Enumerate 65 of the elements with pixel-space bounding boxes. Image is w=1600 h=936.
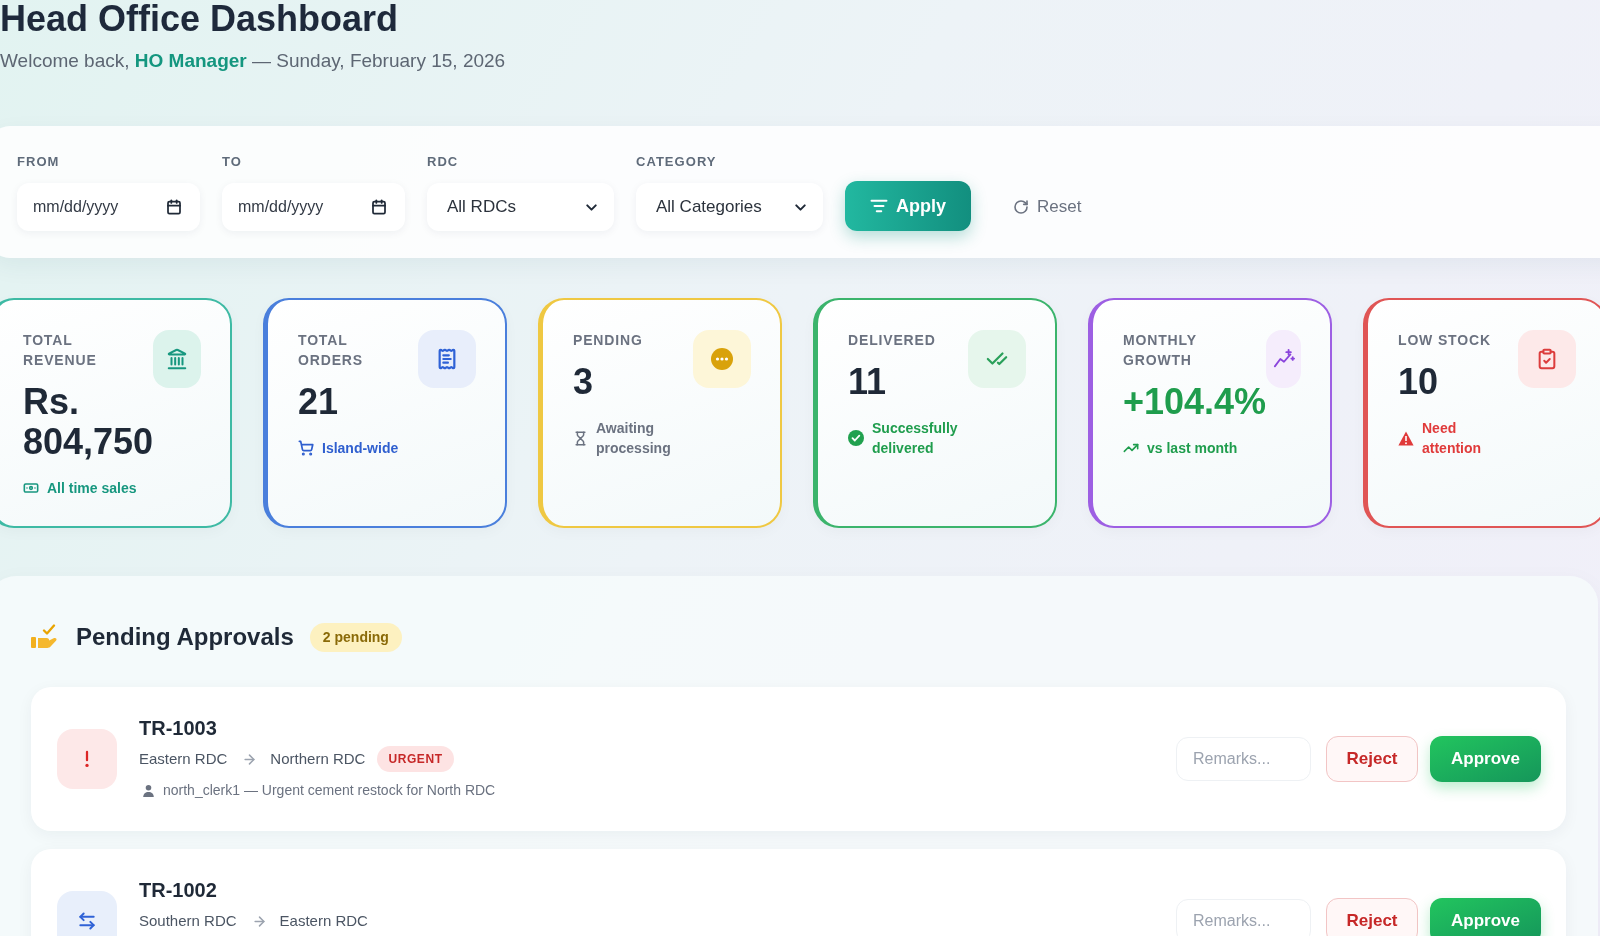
stat-label: LOW STOCK xyxy=(1398,331,1491,350)
check-circle-icon xyxy=(848,430,864,446)
approve-button[interactable]: Approve xyxy=(1430,736,1541,782)
transfer-id: TR-1003 xyxy=(139,716,217,741)
stat-note: Successfully delivered xyxy=(872,419,959,458)
reset-button[interactable]: Reset xyxy=(993,183,1102,231)
cash-icon xyxy=(23,480,39,496)
page-title: Head Office Dashboard xyxy=(0,0,399,40)
dropdown-field[interactable]: All Categories xyxy=(636,183,823,231)
date-field[interactable]: mm/dd/yyyy xyxy=(222,183,405,231)
welcome-message: Welcome back, HO Manager — Sunday, February 15, 2026 xyxy=(0,49,506,73)
remarks-field[interactable]: Remarks... xyxy=(1176,898,1311,936)
apply-button[interactable]: Apply xyxy=(845,181,971,231)
calendar-icon xyxy=(371,199,387,215)
arrow-right-icon xyxy=(242,751,258,767)
stat-value: Rs. 804,750 xyxy=(23,382,154,462)
stat-label: MONTHLY GROWTH xyxy=(1123,331,1198,370)
field-label: FROM xyxy=(17,154,60,170)
remarks-field[interactable]: Remarks... xyxy=(1176,737,1311,781)
stat-note: All time sales xyxy=(47,479,137,498)
stat-value: 3 xyxy=(573,362,594,402)
reject-button[interactable]: Reject xyxy=(1326,897,1418,936)
clipboard-check-icon xyxy=(1518,330,1576,388)
source-rdc: Eastern RDC xyxy=(139,748,228,769)
stat-note: Need attention xyxy=(1422,419,1483,458)
stat-note: Awaiting processing xyxy=(596,419,672,458)
section-title: Pending Approvals xyxy=(76,622,294,652)
double-check-icon xyxy=(968,330,1026,388)
field-label: RDC xyxy=(427,154,459,170)
hourglass-icon xyxy=(573,430,588,446)
stat-value: 11 xyxy=(848,362,887,402)
stat-note: Island-wide xyxy=(322,439,399,458)
date-field[interactable]: mm/dd/yyyy xyxy=(17,183,200,231)
source-rdc: Southern RDC xyxy=(139,910,237,931)
stat-label: TOTAL REVENUE xyxy=(23,331,98,370)
circular-arrow-icon xyxy=(1013,199,1029,215)
more-dots-icon xyxy=(693,330,751,388)
stat-label: PENDING xyxy=(573,331,643,350)
stat-value: 10 xyxy=(1398,362,1439,402)
hand-check-icon xyxy=(31,624,59,650)
field-label: TO xyxy=(222,154,242,170)
dropdown-field[interactable]: All RDCs xyxy=(427,183,614,231)
arrow-right-icon xyxy=(251,913,267,929)
transfer-id: TR-1002 xyxy=(139,878,217,903)
stat-note: vs last month xyxy=(1147,439,1238,458)
calendar-icon xyxy=(166,199,182,215)
stat-label: DELIVERED xyxy=(848,331,936,350)
urgent-tag: URGENT xyxy=(377,746,454,772)
request-note: north_clerk1 — Urgent cement restock for North RDC xyxy=(163,780,496,800)
stat-value: +104.4% xyxy=(1123,382,1267,422)
receipt-icon xyxy=(418,330,476,388)
chart-sparkle-icon xyxy=(1266,330,1301,388)
destination-rdc: Northern RDC xyxy=(270,748,366,769)
cart-icon xyxy=(298,440,314,456)
stat-label: TOTAL ORDERS xyxy=(298,331,364,370)
user-icon xyxy=(142,783,155,797)
stat-value: 21 xyxy=(298,382,339,422)
destination-rdc: Eastern RDC xyxy=(279,910,368,931)
approve-button[interactable]: Approve xyxy=(1430,897,1541,936)
pending-count-badge: 2 pending xyxy=(309,622,402,652)
field-label: CATEGORY xyxy=(636,154,717,170)
bank-icon xyxy=(153,330,201,388)
warning-icon xyxy=(1398,430,1414,446)
filter-icon xyxy=(870,197,888,215)
reject-button[interactable]: Reject xyxy=(1326,736,1418,782)
